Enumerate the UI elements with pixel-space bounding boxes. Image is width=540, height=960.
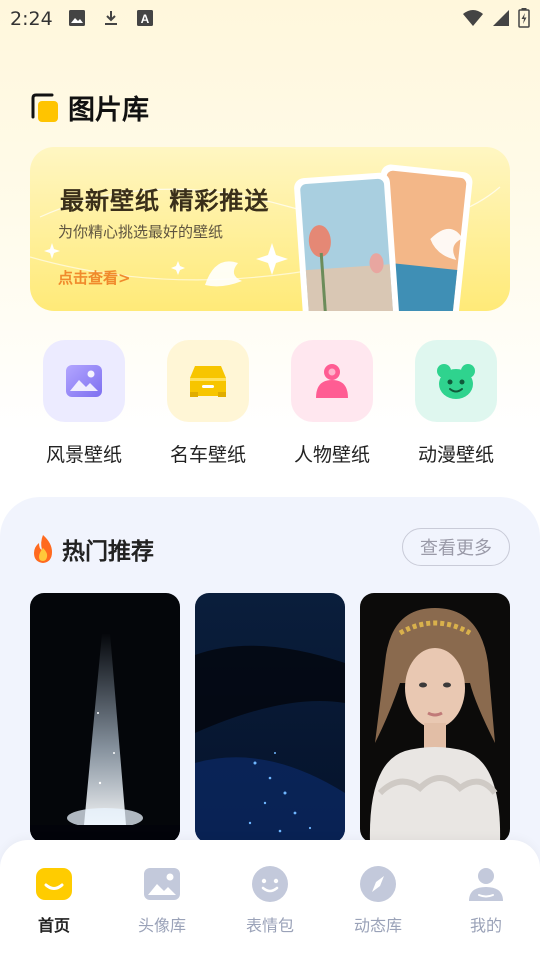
- hot-title: 热门推荐: [62, 539, 154, 565]
- tab-avatar[interactable]: 头像库: [108, 864, 216, 936]
- category-landscape-box[interactable]: [43, 340, 125, 422]
- category-person[interactable]: 人物壁纸: [290, 340, 374, 467]
- category-cartoon-box[interactable]: [415, 340, 497, 422]
- person-icon: [316, 364, 348, 398]
- promo-banner[interactable]: 最新壁纸 精彩推送 为你精心挑选最好的壁纸 点击查看>: [30, 147, 510, 311]
- category-grid: 风景壁纸 名车壁纸 人物壁纸 动漫壁纸: [0, 340, 540, 470]
- category-car-box[interactable]: [167, 340, 249, 422]
- category-landscape[interactable]: 风景壁纸: [42, 340, 126, 467]
- bottom-tab-bar: 首页 头像库 表情包 动态库 我的: [0, 840, 540, 960]
- phone-card-front: [294, 172, 401, 311]
- category-label: 动漫壁纸: [417, 444, 494, 466]
- tab-label: 表情包: [245, 916, 294, 935]
- car-icon: [190, 366, 226, 397]
- category-label: 风景壁纸: [45, 444, 122, 466]
- logo-icon: [31, 93, 58, 122]
- tab-label: 动态库: [353, 916, 402, 935]
- fire-icon: [34, 535, 52, 563]
- tab-label: 首页: [37, 916, 70, 935]
- smile-icon: [250, 864, 290, 904]
- status-time: 2:24: [10, 8, 53, 30]
- wallpaper-image: [30, 593, 180, 843]
- user-icon: [466, 864, 506, 904]
- tab-label: 头像库: [137, 916, 186, 935]
- wallpaper-thumb[interactable]: [360, 593, 510, 843]
- wifi-icon: [463, 10, 483, 26]
- category-person-box[interactable]: [291, 340, 373, 422]
- battery-icon: [518, 8, 530, 28]
- tab-stickers[interactable]: 表情包: [216, 864, 324, 936]
- wallpaper-thumb[interactable]: [195, 593, 345, 843]
- hot-header: 热门推荐: [30, 532, 154, 566]
- category-label: 人物壁纸: [293, 444, 370, 466]
- banner-title: 最新壁纸 精彩推送: [60, 187, 270, 215]
- compass-icon: [358, 864, 398, 904]
- wallpaper-image: [195, 593, 345, 843]
- category-label: 名车壁纸: [169, 444, 246, 466]
- category-car[interactable]: 名车壁纸: [166, 340, 250, 467]
- banner-link[interactable]: 点击查看>: [58, 267, 131, 288]
- home-icon: [34, 864, 74, 904]
- app-header: 图片库: [30, 88, 149, 127]
- tab-home[interactable]: 首页: [0, 864, 108, 936]
- page-title: 图片库: [68, 95, 149, 126]
- picture-icon: [142, 864, 182, 904]
- category-cartoon[interactable]: 动漫壁纸: [414, 340, 498, 467]
- status-bar: 2:24 A: [0, 0, 540, 38]
- landscape-icon: [66, 365, 102, 397]
- banner-subtitle: 为你精心挑选最好的壁纸: [58, 223, 224, 241]
- signal-icon: [493, 10, 509, 26]
- image-icon: [69, 10, 85, 26]
- tab-mine[interactable]: 我的: [432, 864, 540, 936]
- wallpaper-image: [360, 593, 510, 843]
- tab-dynamic[interactable]: 动态库: [324, 864, 432, 936]
- status-icons-left: A: [68, 9, 154, 27]
- status-icons-right: [462, 8, 530, 28]
- font-a-icon: A: [137, 10, 153, 26]
- download-icon: [105, 11, 117, 25]
- tab-label: 我的: [469, 916, 502, 935]
- svg-text:A: A: [141, 12, 150, 26]
- cartoon-icon: [437, 364, 475, 399]
- wallpaper-thumb[interactable]: [30, 593, 180, 843]
- view-more-button[interactable]: 查看更多: [402, 528, 510, 566]
